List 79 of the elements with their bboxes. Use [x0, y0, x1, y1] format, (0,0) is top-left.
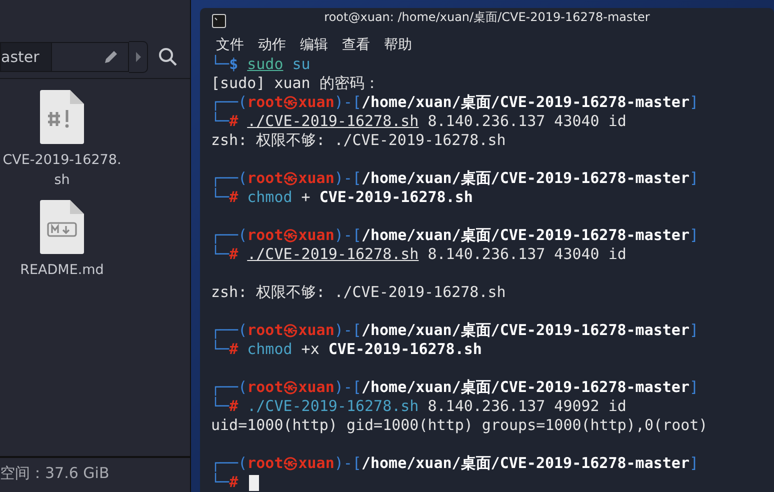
command-text: sudo	[247, 55, 284, 74]
prompt-frame: )-[	[334, 321, 362, 340]
menu-item[interactable]: 查看	[342, 36, 370, 54]
command-text: ./CVE-2019-16278.sh	[247, 397, 419, 416]
prompt-frame: └─	[211, 340, 230, 359]
command-text: chmod	[247, 340, 292, 359]
output-text: CVE-2019-16278.sh	[319, 188, 473, 207]
output-text: /home/xuan/桌面/CVE-2019-16278-master	[361, 169, 690, 188]
output-text: +	[300, 188, 312, 207]
command-text: ./CVE-2019-16278.sh	[247, 112, 419, 131]
output-text: /home/xuan/桌面/CVE-2019-16278-master	[361, 321, 690, 340]
output-text: +x	[300, 340, 320, 359]
prompt-frame: )-[	[334, 169, 362, 188]
prompt-symbol: #	[229, 245, 240, 264]
prompt-symbol: #	[229, 112, 240, 131]
output-text: zsh: 权限不够: ./CVE-2019-16278.sh	[211, 283, 506, 302]
prompt-frame: ┌──(	[211, 226, 248, 245]
prompt-frame: └─	[211, 397, 230, 416]
right-arrow-icon[interactable]	[129, 41, 148, 73]
command-text: su	[291, 55, 310, 74]
prompt-frame: )-[	[334, 93, 362, 112]
output-text: 8.140.236.137 43040 id	[426, 245, 626, 264]
prompt-user: root㉿xuan	[247, 93, 334, 112]
prompt-frame: └─	[211, 55, 230, 74]
prompt-frame: ]	[689, 169, 699, 188]
pencil-icon[interactable]	[103, 49, 120, 65]
output-text: 8.140.236.137 49092 id	[426, 397, 626, 416]
prompt-frame: ]	[689, 378, 699, 397]
file-name[interactable]: CVE-2019-16278.sh	[2, 150, 122, 190]
prompt-frame: ┌──(	[211, 378, 248, 397]
prompt-frame: )-[	[334, 378, 362, 397]
prompt-symbol: #	[229, 397, 240, 416]
output-text: /home/xuan/桌面/CVE-2019-16278-master	[361, 454, 690, 473]
prompt-user: root㉿xuan	[247, 321, 334, 340]
output-text: /home/xuan/桌面/CVE-2019-16278-master	[361, 378, 690, 397]
prompt-frame: ]	[689, 454, 699, 473]
prompt-frame: ┌──(	[211, 454, 248, 473]
prompt-frame: ┌──(	[211, 169, 248, 188]
output-text: 8.140.236.137 43040 id	[426, 112, 626, 131]
script-file-icon[interactable]	[40, 90, 84, 144]
prompt-user: root㉿xuan	[247, 169, 334, 188]
menu-item[interactable]: 文件	[216, 36, 244, 54]
prompt-frame: ]	[689, 226, 699, 245]
text-cursor	[249, 474, 260, 490]
prompt-frame: ┌──(	[211, 93, 248, 112]
prompt-frame: └─	[211, 112, 230, 131]
prompt-frame: └─	[211, 473, 230, 492]
output-text: [sudo] xuan 的密码：	[211, 74, 380, 93]
output-text: zsh: 权限不够: ./CVE-2019-16278.sh	[211, 131, 506, 150]
prompt-symbol: $	[229, 55, 240, 74]
command-text: ./CVE-2019-16278.sh	[247, 245, 419, 264]
prompt-symbol: #	[229, 188, 240, 207]
window-title: root@xuan: /home/xuan/桌面/CVE-2019-16278-master	[324, 9, 650, 26]
prompt-frame: └─	[211, 188, 230, 207]
output-text: uid=1000(http) gid=1000(http) groups=1000(http),0(root)	[211, 416, 708, 435]
menu-item[interactable]: 动作	[258, 36, 286, 54]
prompt-symbol: #	[229, 473, 240, 492]
prompt-frame: )-[	[334, 226, 362, 245]
prompt-frame: ]	[689, 93, 699, 112]
prompt-frame: ┌──(	[211, 321, 248, 340]
prompt-user: root㉿xuan	[247, 378, 334, 397]
markdown-file-icon[interactable]	[40, 200, 84, 254]
path-button[interactable]: aster	[0, 42, 52, 72]
menu-item[interactable]: 编辑	[300, 36, 328, 54]
prompt-frame: ]	[689, 321, 699, 340]
prompt-frame: )-[	[334, 454, 362, 473]
prompt-user: root㉿xuan	[247, 226, 334, 245]
menu-item[interactable]: 帮助	[384, 36, 412, 54]
output-text: /home/xuan/桌面/CVE-2019-16278-master	[361, 93, 690, 112]
prompt-user: root㉿xuan	[247, 454, 334, 473]
output-text: /home/xuan/桌面/CVE-2019-16278-master	[361, 226, 690, 245]
prompt-frame: └─	[211, 245, 230, 264]
prompt-symbol: #	[229, 340, 240, 359]
file-name[interactable]: README.md	[2, 260, 122, 280]
output-text: CVE-2019-16278.sh	[328, 340, 482, 359]
terminal-icon	[212, 14, 226, 28]
command-text: chmod	[247, 188, 292, 207]
search-icon[interactable]	[158, 47, 178, 67]
free-space-text: 空间：37.6 GiB	[0, 464, 110, 482]
